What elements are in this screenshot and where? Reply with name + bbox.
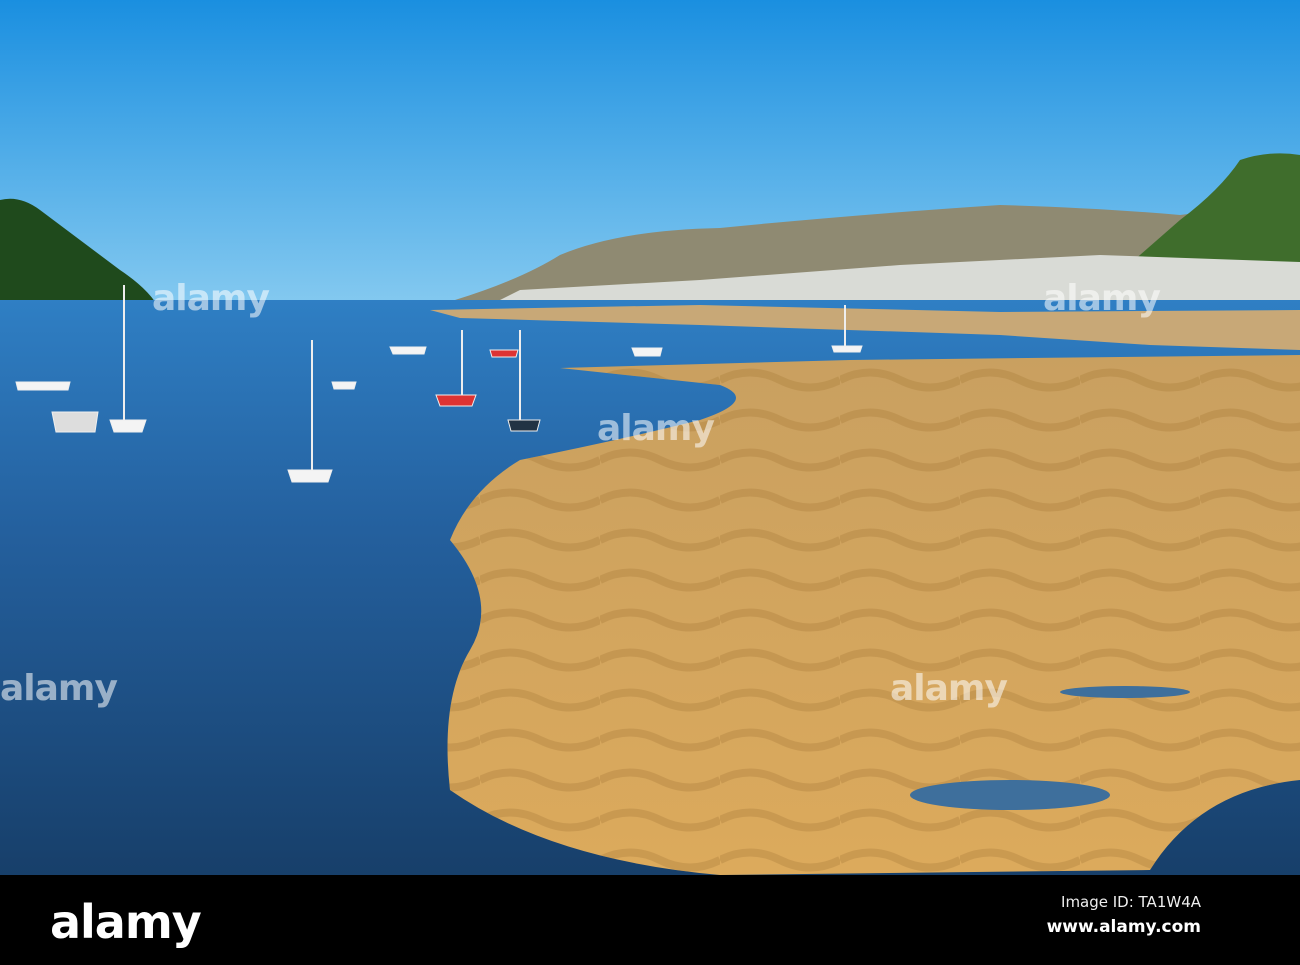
tide-pool xyxy=(910,780,1110,810)
watermark: alamy xyxy=(597,408,715,449)
footer-bar: alamy Image ID: TA1W4A www.alamy.com xyxy=(0,875,1300,965)
image-id: Image ID: TA1W4A xyxy=(1061,893,1201,911)
site-url: www.alamy.com xyxy=(1046,917,1201,937)
tide-pool xyxy=(1060,686,1190,698)
watermark: alamy xyxy=(1043,278,1161,319)
watermark: alamy xyxy=(890,668,1008,709)
watermark: alamy xyxy=(152,278,270,319)
watermark: alamy xyxy=(0,668,118,709)
sailboat xyxy=(331,381,357,390)
sailboat xyxy=(51,411,99,433)
sailboat xyxy=(489,349,519,358)
sailboat xyxy=(389,346,427,355)
alamy-logo: alamy xyxy=(50,895,202,949)
sailboat xyxy=(631,347,663,357)
sailboat xyxy=(15,381,71,391)
